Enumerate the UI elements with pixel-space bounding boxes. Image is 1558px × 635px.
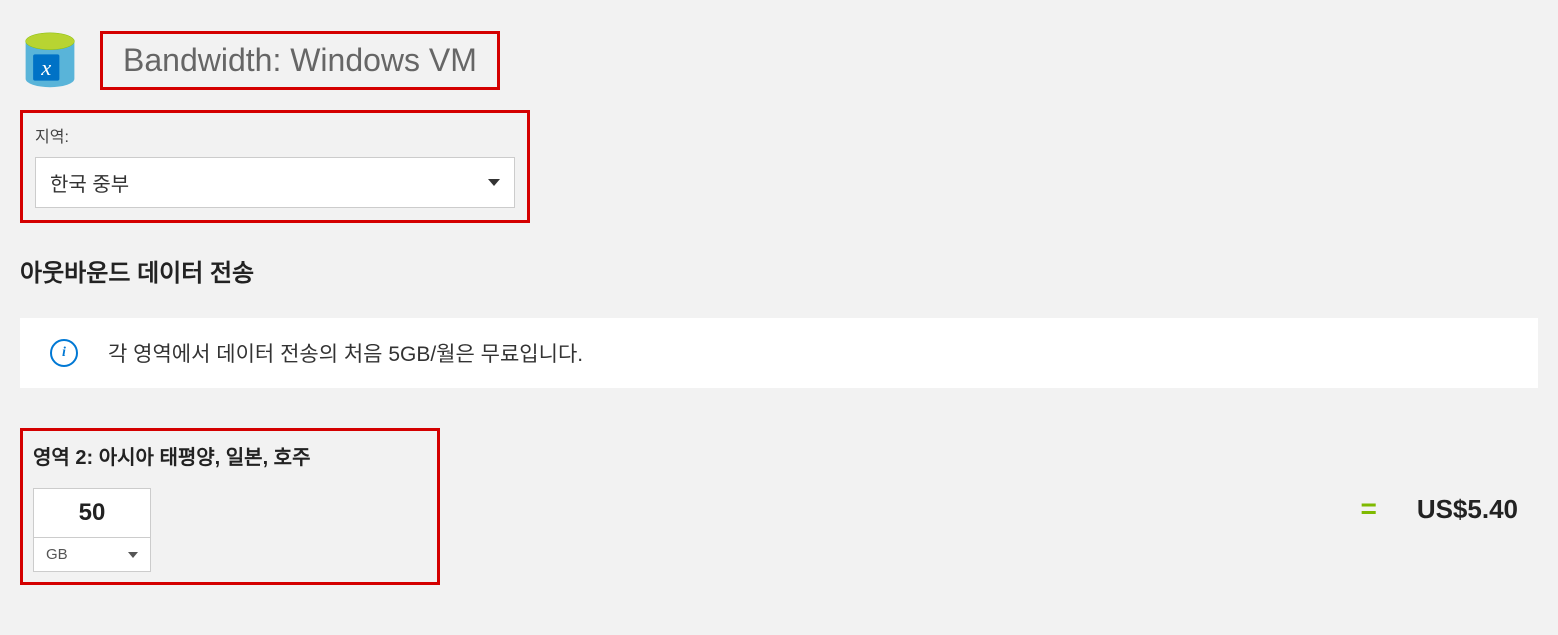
region-label: 지역: [31,123,519,147]
chevron-down-icon [488,179,500,186]
unit-select-value: GB [46,546,68,563]
region-select[interactable]: 한국 중부 [35,157,515,208]
page-title: Bandwidth: Windows VM [100,31,500,90]
zone-group: 영역 2: 아시아 태평양, 일본, 호주 50 GB [20,428,440,585]
region-select-value: 한국 중부 [50,168,129,197]
price-value: US$5.40 [1417,494,1518,525]
zone-title: 영역 2: 아시아 태평양, 일본, 호주 [33,441,427,470]
equals-sign: = [1360,493,1376,525]
info-icon: i [50,339,78,367]
unit-select[interactable]: GB [33,537,151,572]
region-group: 지역: 한국 중부 [20,110,530,223]
section-title: 아웃바운드 데이터 전송 [20,253,1538,288]
chevron-down-icon [128,552,138,558]
function-x-icon: x [20,30,80,90]
info-text: 각 영역에서 데이터 전송의 처음 5GB/월은 무료입니다. [108,338,583,368]
info-banner: i 각 영역에서 데이터 전송의 처음 5GB/월은 무료입니다. [20,318,1538,388]
svg-text:x: x [40,55,51,80]
price-area: = US$5.40 [1360,493,1538,585]
amount-input[interactable]: 50 [33,488,151,537]
